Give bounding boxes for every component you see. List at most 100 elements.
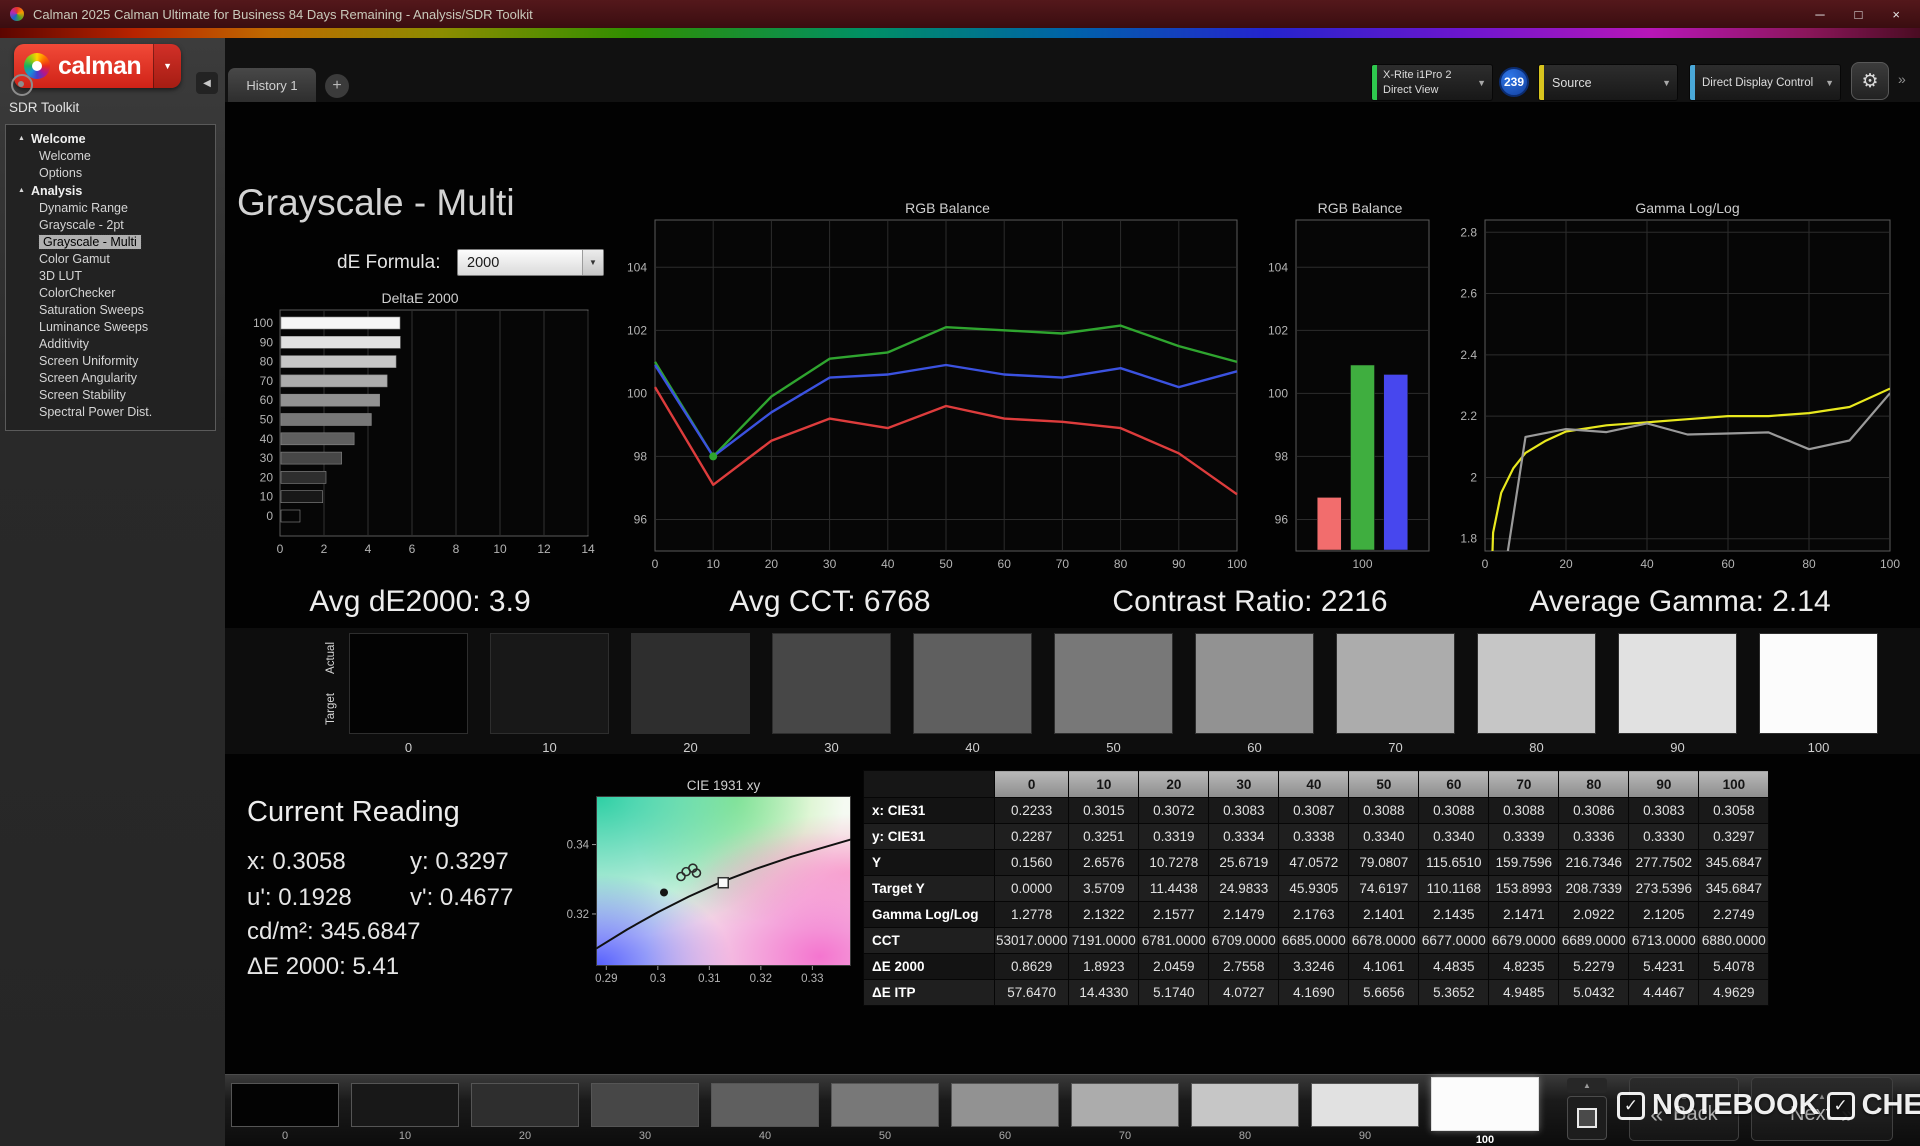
rainbow-stripe (0, 28, 1920, 38)
meter-dropdown[interactable]: X-Rite i1Pro 2 Direct View ▼ (1371, 64, 1493, 101)
reading-u: u': 0.1928 (247, 884, 352, 912)
svg-text:90: 90 (1172, 557, 1186, 571)
gray-step-0: 0 (349, 633, 468, 755)
gamma-chart: 2.82.62.42.221.8020406080100 (1439, 214, 1917, 589)
gray-step-50[interactable]: 50 (831, 1083, 939, 1146)
gray-swatch (1054, 633, 1173, 734)
de-formula-select[interactable]: 2000 ▼ (457, 249, 604, 276)
svg-text:96: 96 (634, 512, 648, 526)
gray-swatch-label: 100 (1759, 740, 1878, 755)
gray-step-100[interactable]: 100 (1431, 1083, 1539, 1146)
calman-logo-text: calman (58, 52, 141, 81)
gray-step-70: 70 (1336, 633, 1455, 755)
sidebar-item-grayscale-2pt[interactable]: Grayscale - 2pt (6, 217, 215, 234)
target-icon[interactable] (11, 74, 33, 96)
measurement-count-badge[interactable]: 239 (1499, 67, 1529, 97)
de-formula-value: 2000 (467, 255, 499, 271)
sidebar-item-screen-uniformity[interactable]: Screen Uniformity (6, 353, 215, 370)
sidebar-tree: ▲WelcomeWelcomeOptions▲AnalysisDynamic R… (5, 124, 216, 431)
sidebar-item-saturation-sweeps[interactable]: Saturation Sweeps (6, 302, 215, 319)
gray-swatch (351, 1083, 459, 1127)
caret-up-icon: ▲ (1818, 1093, 1826, 1101)
svg-text:80: 80 (260, 355, 274, 369)
gray-swatch-label: 10 (351, 1130, 459, 1142)
cie-plot-overlay: 0.340.320.290.30.310.320.33 (545, 778, 865, 993)
pattern-strip: 0 10 2030 40 5060708090 100 (231, 1083, 1539, 1146)
sidebar-item-colorchecker[interactable]: ColorChecker (6, 285, 215, 302)
sidebar-item-additivity[interactable]: Additivity (6, 336, 215, 353)
sidebar-group-analysis[interactable]: ▲Analysis (6, 182, 215, 200)
gray-swatch-label: 80 (1477, 740, 1596, 755)
table-col-header: 50 (1349, 771, 1419, 798)
gray-step-40[interactable]: 40 (711, 1083, 819, 1146)
sidebar-item-welcome[interactable]: Welcome (6, 148, 215, 165)
gray-step-30[interactable]: 30 (591, 1083, 699, 1146)
calman-logo-button[interactable]: calman ▼ (14, 44, 181, 88)
sidebar-item-screen-angularity[interactable]: Screen Angularity (6, 370, 215, 387)
table-col-header: 80 (1559, 771, 1629, 798)
close-button[interactable]: × (1892, 7, 1900, 22)
gray-step-90[interactable]: 90 (1311, 1083, 1419, 1146)
gray-step-10: 10 (490, 633, 609, 755)
pattern-window-button[interactable] (1567, 1096, 1607, 1140)
logo-dropdown-arrow-icon[interactable]: ▼ (153, 44, 181, 88)
svg-text:10: 10 (707, 557, 721, 571)
gray-swatch-label: 90 (1618, 740, 1737, 755)
svg-text:20: 20 (260, 470, 274, 484)
settings-gear-button[interactable]: ⚙ (1851, 62, 1889, 100)
sidebar-group-welcome[interactable]: ▲Welcome (6, 130, 215, 148)
table-col-header: 100 (1699, 771, 1769, 798)
table-row: Gamma Log/Log1.27782.13222.15772.14792.1… (864, 902, 1769, 928)
sidebar-item-dynamic-range[interactable]: Dynamic Range (6, 200, 215, 217)
svg-text:104: 104 (627, 260, 647, 274)
deltae-chart-title: DeltaE 2000 (250, 290, 590, 306)
svg-text:98: 98 (1275, 449, 1289, 463)
sidebar-item-grayscale-multi[interactable]: Grayscale - Multi (6, 234, 215, 251)
svg-text:40: 40 (260, 432, 274, 446)
display-control-dropdown[interactable]: Direct Display Control ▼ (1689, 64, 1841, 101)
contrast-ratio-metric: Contrast Ratio: 2216 (1055, 585, 1445, 619)
table-row: ΔE 20000.86291.89232.04592.75583.32464.1… (864, 954, 1769, 980)
sidebar-item-options[interactable]: Options (6, 165, 215, 182)
gray-swatch-label: 100 (1431, 1134, 1539, 1146)
add-tab-button[interactable]: + (325, 74, 349, 98)
back-button[interactable]: ▲ « Back (1629, 1077, 1739, 1141)
sidebar-item-3d-lut[interactable]: 3D LUT (6, 268, 215, 285)
gray-step-0[interactable]: 0 (231, 1083, 339, 1146)
table-col-header: 0 (995, 771, 1069, 798)
table-col-header: 70 (1489, 771, 1559, 798)
svg-text:2: 2 (1470, 470, 1477, 484)
window-title: Calman 2025 Calman Ultimate for Business… (33, 7, 533, 22)
sidebar-item-screen-stability[interactable]: Screen Stability (6, 387, 215, 404)
collapse-sidebar-button[interactable]: ◀ (196, 72, 218, 94)
tab-history-1[interactable]: History 1 (228, 68, 316, 102)
gray-swatch-label: 40 (913, 740, 1032, 755)
gray-swatch-label: 40 (711, 1130, 819, 1142)
gray-step-70[interactable]: 70 (1071, 1083, 1179, 1146)
gray-swatch (1195, 633, 1314, 734)
back-arrows-icon: « (1650, 1104, 1663, 1124)
sidebar-item-color-gamut[interactable]: Color Gamut (6, 251, 215, 268)
gray-step-80[interactable]: 80 (1191, 1083, 1299, 1146)
table-col-header: 20 (1139, 771, 1209, 798)
next-button[interactable]: ▲ Next » (1751, 1077, 1893, 1141)
minimize-button[interactable]: ─ (1815, 7, 1824, 22)
current-reading-title: Current Reading (247, 796, 460, 829)
gray-swatch (1191, 1083, 1299, 1127)
expand-icon: ▲ (18, 130, 25, 148)
gray-swatch (1311, 1083, 1419, 1127)
sidebar-item-spectral-power-dist[interactable]: Spectral Power Dist. (6, 404, 215, 421)
maximize-button[interactable]: □ (1855, 7, 1863, 22)
gray-step-20[interactable]: 20 (471, 1083, 579, 1146)
source-dropdown[interactable]: Source ▼ (1538, 64, 1678, 101)
caret-up-icon[interactable]: ▲ (1567, 1078, 1607, 1093)
gray-step-60[interactable]: 60 (951, 1083, 1059, 1146)
reading-x: x: 0.3058 (247, 848, 346, 876)
svg-text:4: 4 (365, 542, 372, 556)
collapse-panel-icon[interactable]: » (1898, 71, 1906, 87)
gray-swatch (349, 633, 468, 734)
measurement-table: 0102030405060708090100x: CIE310.22330.30… (863, 770, 1769, 1006)
sidebar-item-luminance-sweeps[interactable]: Luminance Sweeps (6, 319, 215, 336)
gray-step-10[interactable]: 10 (351, 1083, 459, 1146)
svg-text:100: 100 (1880, 557, 1900, 571)
